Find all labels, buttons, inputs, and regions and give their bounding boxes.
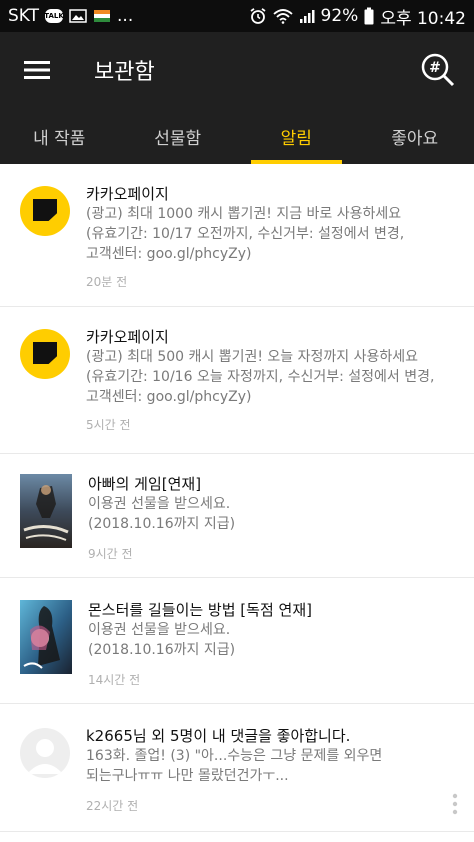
user-avatar-placeholder-icon bbox=[20, 728, 70, 778]
svg-text:#: # bbox=[429, 60, 441, 76]
notification-body-line: 163화. 졸업! (3) "아...수능은 그냥 문제를 외우면 bbox=[86, 748, 383, 764]
clock-time: 오후 10:42 bbox=[380, 8, 466, 29]
tab-gift-box[interactable]: 선물함 bbox=[119, 108, 238, 164]
hamburger-menu-icon bbox=[24, 61, 50, 79]
tab-label: 선물함 bbox=[154, 128, 202, 149]
alarm-icon bbox=[249, 7, 267, 25]
notification-title: 아빠의 게임[연재] bbox=[88, 475, 202, 493]
signal-icon bbox=[299, 9, 315, 23]
tab-label: 좋아요 bbox=[391, 128, 439, 149]
notification-body-line: 고객센터: goo.gl/phcyZy) bbox=[86, 246, 252, 262]
notification-title: 카카오페이지 bbox=[86, 185, 169, 203]
notification-body-line: (유효기간: 10/16 오늘 자정까지, 수신거부: 설정에서 변경, bbox=[86, 369, 435, 385]
notification-title: 카카오페이지 bbox=[86, 328, 169, 346]
battery-icon bbox=[364, 7, 374, 25]
notification-body-line: 이용권 선물을 받으세요. bbox=[88, 622, 231, 638]
notification-item[interactable]: 아빠의 게임[연재] 이용권 선물을 받으세요. (2018.10.16까지 지… bbox=[0, 454, 474, 578]
notification-time: 22시간 전 bbox=[86, 799, 139, 813]
notification-item[interactable]: 몬스터를 길들이는 방법 [독점 연재] 이용권 선물을 받으세요. (2018… bbox=[0, 578, 474, 704]
book-cover-thumbnail bbox=[20, 600, 72, 674]
status-bar: SKT TALK ... 92% 오후 10:42 bbox=[0, 0, 474, 32]
app-bar: 보관함 # bbox=[0, 32, 474, 108]
notification-body-line: (광고) 최대 1000 캐시 뽑기권! 지금 바로 사용하세요 bbox=[86, 206, 402, 222]
notification-body-line: (2018.10.16까지 지급) bbox=[88, 642, 236, 658]
tab-likes[interactable]: 좋아요 bbox=[356, 108, 474, 164]
tab-label: 알림 bbox=[280, 128, 312, 149]
flag-notification-icon bbox=[93, 9, 111, 23]
kakaopage-logo-icon bbox=[20, 186, 70, 236]
notification-time: 14시간 전 bbox=[88, 673, 141, 687]
kakaotalk-notification-icon: TALK bbox=[44, 9, 64, 23]
menu-button[interactable] bbox=[0, 32, 74, 108]
notification-body-line: (광고) 최대 500 캐시 뽑기권! 오늘 자정까지 사용하세요 bbox=[86, 349, 419, 365]
notification-time: 20분 전 bbox=[86, 275, 128, 289]
book-cover-thumbnail bbox=[20, 474, 72, 548]
tab-bar: 내 작품 선물함 알림 좋아요 bbox=[0, 108, 474, 164]
carrier-label: SKT bbox=[8, 6, 40, 26]
notification-time: 9시간 전 bbox=[88, 547, 133, 561]
battery-percent: 92% bbox=[320, 6, 359, 26]
notification-body-line: (유효기간: 10/17 오전까지, 수신거부: 설정에서 변경, bbox=[86, 226, 405, 242]
hashtag-search-button[interactable]: # bbox=[402, 32, 474, 108]
notification-body-line: (2018.10.16까지 지급) bbox=[88, 516, 236, 532]
notification-item[interactable]: k2665님 외 5명이 내 댓글을 좋아합니다. 163화. 졸업! (3) … bbox=[0, 704, 474, 832]
tab-label: 내 작품 bbox=[33, 128, 86, 149]
notification-title: 몬스터를 길들이는 방법 [독점 연재] bbox=[88, 601, 312, 619]
kakaopage-logo-icon bbox=[20, 329, 70, 379]
notification-list: 카카오페이지 (광고) 최대 1000 캐시 뽑기권! 지금 바로 사용하세요 … bbox=[0, 164, 474, 832]
notification-body-line: 되는구나ㅠㅠ 나만 몰랐던건가ㅜ... bbox=[86, 768, 289, 784]
gallery-notification-icon bbox=[69, 9, 87, 23]
hashtag-search-icon: # bbox=[421, 53, 455, 87]
page-title: 보관함 bbox=[94, 60, 155, 85]
notification-time: 5시간 전 bbox=[86, 418, 131, 432]
notification-title: k2665님 외 5명이 내 댓글을 좋아합니다. bbox=[86, 727, 351, 745]
notification-item[interactable]: 카카오페이지 (광고) 최대 1000 캐시 뽑기권! 지금 바로 사용하세요 … bbox=[0, 164, 474, 307]
tab-notifications[interactable]: 알림 bbox=[237, 108, 356, 164]
tab-my-works[interactable]: 내 작품 bbox=[0, 108, 119, 164]
notification-item[interactable]: 카카오페이지 (광고) 최대 500 캐시 뽑기권! 오늘 자정까지 사용하세요… bbox=[0, 307, 474, 454]
more-notifications-indicator: ... bbox=[117, 6, 134, 26]
notification-body-line: 고객센터: goo.gl/phcyZy) bbox=[86, 389, 252, 405]
wifi-icon bbox=[272, 8, 293, 24]
more-options-icon[interactable] bbox=[452, 793, 458, 815]
notification-body-line: 이용권 선물을 받으세요. bbox=[88, 496, 231, 512]
